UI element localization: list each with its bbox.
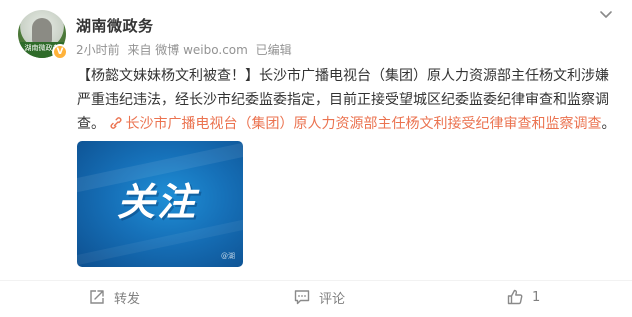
post-trailing-punct: 。 <box>601 116 616 132</box>
comment-button[interactable]: 评论 <box>293 285 345 309</box>
comment-label: 评论 <box>319 291 346 307</box>
post-meta: 2小时前 来自 微博 weibo.com 已编辑 <box>76 41 296 58</box>
link-icon <box>110 117 122 129</box>
like-button[interactable]: 1 <box>506 285 540 309</box>
post-content: 【杨懿文妹妹杨文利被查！】长沙市广播电视台（集团）原人力资源部主任杨文利涉嫌严重… <box>77 64 617 136</box>
weibo-post-card: 湖南微政务 V 湖南微政务 2小时前 来自 微博 weibo.com 已编辑 【… <box>0 0 632 317</box>
repost-label: 转发 <box>114 291 141 307</box>
like-count: 1 <box>532 289 541 305</box>
post-source: 来自 微博 weibo.com <box>127 43 248 57</box>
post-headline: 【杨懿文妹妹杨文利被查！】 <box>77 68 259 84</box>
article-link-text[interactable]: 长沙市广播电视台（集团）原人力资源部主任杨文利接受纪律审查和监察调查 <box>125 116 601 132</box>
avatar-statue-graphic <box>32 18 52 44</box>
post-image[interactable]: 关注 @湖 <box>77 141 243 267</box>
repost-icon <box>90 290 104 304</box>
post-time[interactable]: 2小时前 <box>76 43 120 57</box>
verified-badge-icon: V <box>52 44 68 60</box>
image-watermark: @湖 <box>221 252 235 260</box>
author-name[interactable]: 湖南微政务 <box>76 15 154 36</box>
edited-label[interactable]: 已编辑 <box>256 43 292 57</box>
image-overlay-text: 关注 <box>117 180 198 224</box>
article-link[interactable]: 长沙市广播电视台（集团）原人力资源部主任杨文利接受纪律审查和监察调查 <box>109 116 601 132</box>
action-bar-divider <box>0 280 632 281</box>
repost-button[interactable]: 转发 <box>88 285 140 309</box>
comment-icon <box>294 290 310 305</box>
chevron-down-icon[interactable] <box>598 6 614 22</box>
like-icon <box>507 289 523 305</box>
